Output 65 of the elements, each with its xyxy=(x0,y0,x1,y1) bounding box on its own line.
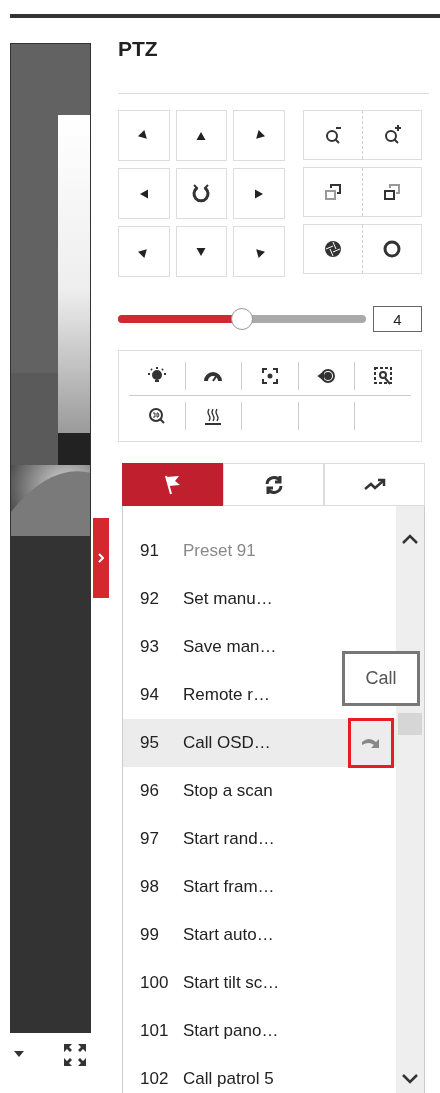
heat-waves-icon xyxy=(203,406,224,426)
preset-number: 96 xyxy=(140,780,160,803)
window-icon xyxy=(382,182,402,202)
aperture-icon xyxy=(323,239,343,259)
preset-name: Save man… xyxy=(183,636,277,659)
preset-row[interactable]: 100 Start tilt sc… xyxy=(123,959,396,1007)
preset-number: 102 xyxy=(140,1068,170,1091)
zoom-in-icon xyxy=(382,125,402,145)
preset-name: Start fram… xyxy=(183,876,275,899)
preset-row[interactable]: 101 Start pano… xyxy=(123,1007,396,1055)
scroll-down-icon[interactable] xyxy=(401,1073,419,1085)
preset-name: Start tilt sc… xyxy=(183,972,280,995)
preset-number: 94 xyxy=(140,684,160,707)
speed-slider[interactable] xyxy=(118,307,366,331)
preset-number: 99 xyxy=(140,924,160,947)
preset-number: 95 xyxy=(140,732,160,755)
focus-frame-icon xyxy=(260,365,280,386)
trend-icon xyxy=(362,476,387,493)
up-triangle-icon xyxy=(196,130,207,141)
preset-row[interactable]: 102 Call patrol 5 xyxy=(123,1055,396,1093)
preset-row[interactable]: 98 Start fram… xyxy=(123,863,396,911)
preset-tab[interactable] xyxy=(122,463,223,506)
magnifier-icon xyxy=(146,406,167,426)
preset-row[interactable]: 92 Set manu… xyxy=(123,575,396,623)
speed-field[interactable]: 4 xyxy=(373,306,422,332)
preset-name: Preset 91 xyxy=(183,540,256,563)
preset-row[interactable]: 97 Start rand… xyxy=(123,815,396,863)
call-preset-button[interactable] xyxy=(348,718,394,768)
slider-thumb[interactable] xyxy=(231,308,253,330)
region-select-icon xyxy=(373,365,394,386)
preset-row[interactable]: 96 Stop a scan xyxy=(123,767,396,815)
tooltip: Call xyxy=(342,651,420,706)
preset-name: Call patrol 5 xyxy=(183,1068,274,1091)
preset-name: Call OSD… xyxy=(183,732,271,755)
left-triangle-icon xyxy=(138,188,149,199)
panel-title: PTZ xyxy=(118,36,158,62)
preset-number: 93 xyxy=(140,636,160,659)
fullscreen-icon[interactable] xyxy=(63,1043,87,1067)
preset-number: 101 xyxy=(140,1020,170,1043)
scrollbar-thumb[interactable] xyxy=(398,713,422,735)
down-triangle-icon xyxy=(196,246,207,257)
preset-number: 91 xyxy=(140,540,160,563)
curved-arrow-icon xyxy=(361,736,381,750)
preset-name: Remote r… xyxy=(183,684,270,707)
dropdown-caret-icon[interactable] xyxy=(14,1051,24,1059)
preset-number: 98 xyxy=(140,876,160,899)
scroll-up-icon[interactable] xyxy=(401,533,419,545)
preset-row[interactable]: 95 Call OSD… xyxy=(123,719,396,767)
right-triangle-icon xyxy=(254,188,265,199)
window-icon xyxy=(323,182,343,202)
preset-name: Set manu… xyxy=(183,588,273,611)
preset-number: 97 xyxy=(140,828,160,851)
scrollbar[interactable] xyxy=(396,506,424,1093)
rotate-icon xyxy=(191,183,212,204)
chevron-right-icon xyxy=(98,553,104,563)
preset-name: Start auto… xyxy=(183,924,274,947)
preset-name: Start pano… xyxy=(183,1020,279,1043)
preset-name: Start rand… xyxy=(183,828,275,851)
preset-number: 100 xyxy=(140,972,170,995)
zoom-out-icon xyxy=(323,125,343,145)
preset-row[interactable]: 99 Start auto… xyxy=(123,911,396,959)
auto-rotate-button[interactable] xyxy=(175,168,228,219)
preset-name: Stop a scan xyxy=(183,780,273,803)
aperture-icon xyxy=(382,239,402,259)
preset-number: 92 xyxy=(140,588,160,611)
